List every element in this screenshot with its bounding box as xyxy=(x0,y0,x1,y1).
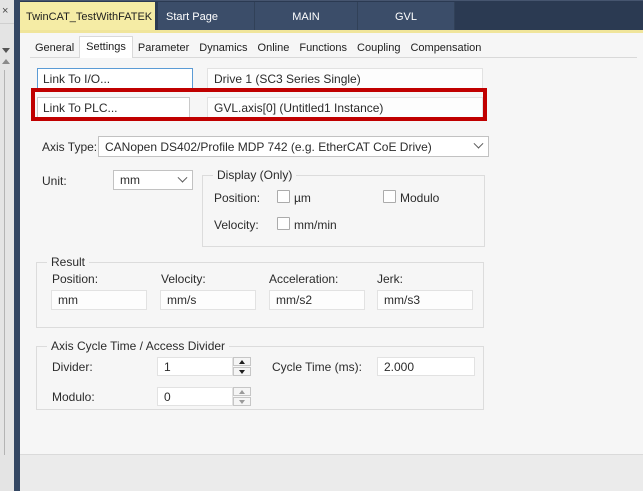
axis-type-label: Axis Type: xyxy=(42,140,97,154)
tab-parameter[interactable]: Parameter xyxy=(133,39,194,57)
result-position-field: mm xyxy=(51,290,147,310)
divider-value: 1 xyxy=(164,360,171,374)
tab-twincat-testwithfatek[interactable]: TwinCAT_TestWithFATEK × xyxy=(20,2,155,31)
active-tab-label: TwinCAT_TestWithFATEK xyxy=(26,11,152,23)
chevron-down-icon xyxy=(474,139,484,149)
tab-dynamics[interactable]: Dynamics xyxy=(194,39,252,57)
tab-label: GVL xyxy=(395,11,417,23)
axis-cycle-time-title: Axis Cycle Time / Access Divider xyxy=(47,339,229,353)
divider-spinner xyxy=(233,357,251,376)
tab-general[interactable]: General xyxy=(30,39,79,57)
annotation-highlight-box xyxy=(31,88,487,121)
result-velocity-label: Velocity: xyxy=(161,272,206,286)
tab-online[interactable]: Online xyxy=(253,39,295,57)
document-tab-bar: TwinCAT_TestWithFATEK × Start Page MAIN … xyxy=(20,0,643,31)
tab-main[interactable]: MAIN xyxy=(255,2,358,31)
cycle-time-value: 2.000 xyxy=(384,360,414,374)
result-acceleration-label: Acceleration: xyxy=(269,272,338,286)
modulo-display-label: Modulo xyxy=(400,191,439,205)
result-velocity-field: mm/s xyxy=(160,290,256,310)
result-title: Result xyxy=(47,255,89,269)
position-um-label: µm xyxy=(294,191,311,205)
result-acceleration-field: mm/s2 xyxy=(269,290,365,310)
tab-coupling[interactable]: Coupling xyxy=(352,39,405,57)
result-jerk-label: Jerk: xyxy=(377,272,403,286)
twincat-axis-settings-window: × TwinCAT_TestWithFATEK × Start Page MAI… xyxy=(0,0,643,491)
panel-close-icon[interactable]: × xyxy=(2,5,8,17)
io-link-value-field: Drive 1 (SC3 Series Single) xyxy=(207,68,483,89)
link-to-io-button[interactable]: Link To I/O... xyxy=(37,68,193,89)
tab-settings[interactable]: Settings xyxy=(79,36,133,58)
display-position-label: Position: xyxy=(214,191,260,205)
tab-label: MAIN xyxy=(292,11,320,23)
display-only-group: Display (Only) xyxy=(202,175,485,247)
link-to-io-label: Link To I/O... xyxy=(43,72,110,86)
left-panel-sliver: × xyxy=(0,0,15,491)
spin-up-icon[interactable] xyxy=(233,357,251,366)
modulo-label: Modulo: xyxy=(52,390,95,404)
pane-bottom-area xyxy=(20,454,643,491)
settings-tabstrip: General Settings Parameter Dynamics Onli… xyxy=(30,36,486,57)
velocity-mmmin-label: mm/min xyxy=(294,218,337,232)
io-link-value: Drive 1 (SC3 Series Single) xyxy=(214,72,361,86)
divider-label: Divider: xyxy=(52,360,93,374)
axis-cycle-time-group: Axis Cycle Time / Access Divider xyxy=(36,346,484,410)
result-jerk-value: mm/s3 xyxy=(384,293,420,307)
spin-up-icon[interactable] xyxy=(233,387,251,396)
chevron-down-icon xyxy=(178,172,188,182)
modulo-display-checkbox[interactable] xyxy=(383,190,396,203)
unit-label: Unit: xyxy=(42,174,67,188)
tab-functions[interactable]: Functions xyxy=(294,39,352,57)
display-velocity-label: Velocity: xyxy=(214,218,259,232)
scrollbar-track[interactable] xyxy=(4,70,5,455)
result-velocity-value: mm/s xyxy=(167,293,196,307)
cycle-time-label: Cycle Time (ms): xyxy=(272,360,362,374)
result-jerk-field: mm/s3 xyxy=(377,290,473,310)
panel-separator xyxy=(0,23,14,24)
scroll-up-icon[interactable] xyxy=(2,59,10,64)
unit-value: mm xyxy=(120,173,140,187)
panel-dropdown-icon[interactable] xyxy=(2,48,10,53)
tab-start-page[interactable]: Start Page xyxy=(158,2,255,31)
cycle-time-input[interactable]: 2.000 xyxy=(377,357,475,376)
display-only-title: Display (Only) xyxy=(213,168,296,182)
divider-input[interactable]: 1 xyxy=(157,357,233,376)
modulo-value: 0 xyxy=(164,390,171,404)
result-acceleration-value: mm/s2 xyxy=(276,293,312,307)
result-position-label: Position: xyxy=(52,272,98,286)
velocity-mmmin-checkbox[interactable] xyxy=(277,217,290,230)
modulo-input[interactable]: 0 xyxy=(157,387,233,406)
position-um-checkbox[interactable] xyxy=(277,190,290,203)
tab-compensation[interactable]: Compensation xyxy=(405,39,486,57)
unit-combobox[interactable]: mm xyxy=(113,170,193,190)
spin-down-icon[interactable] xyxy=(233,367,251,376)
axis-type-value: CANopen DS402/Profile MDP 742 (e.g. Ethe… xyxy=(105,140,432,154)
tab-gvl[interactable]: GVL xyxy=(358,2,455,31)
result-position-value: mm xyxy=(58,293,78,307)
modulo-spinner xyxy=(233,387,251,406)
axis-type-combobox[interactable]: CANopen DS402/Profile MDP 742 (e.g. Ethe… xyxy=(98,136,489,157)
tab-label: Start Page xyxy=(166,11,218,23)
spin-down-icon[interactable] xyxy=(233,397,251,406)
